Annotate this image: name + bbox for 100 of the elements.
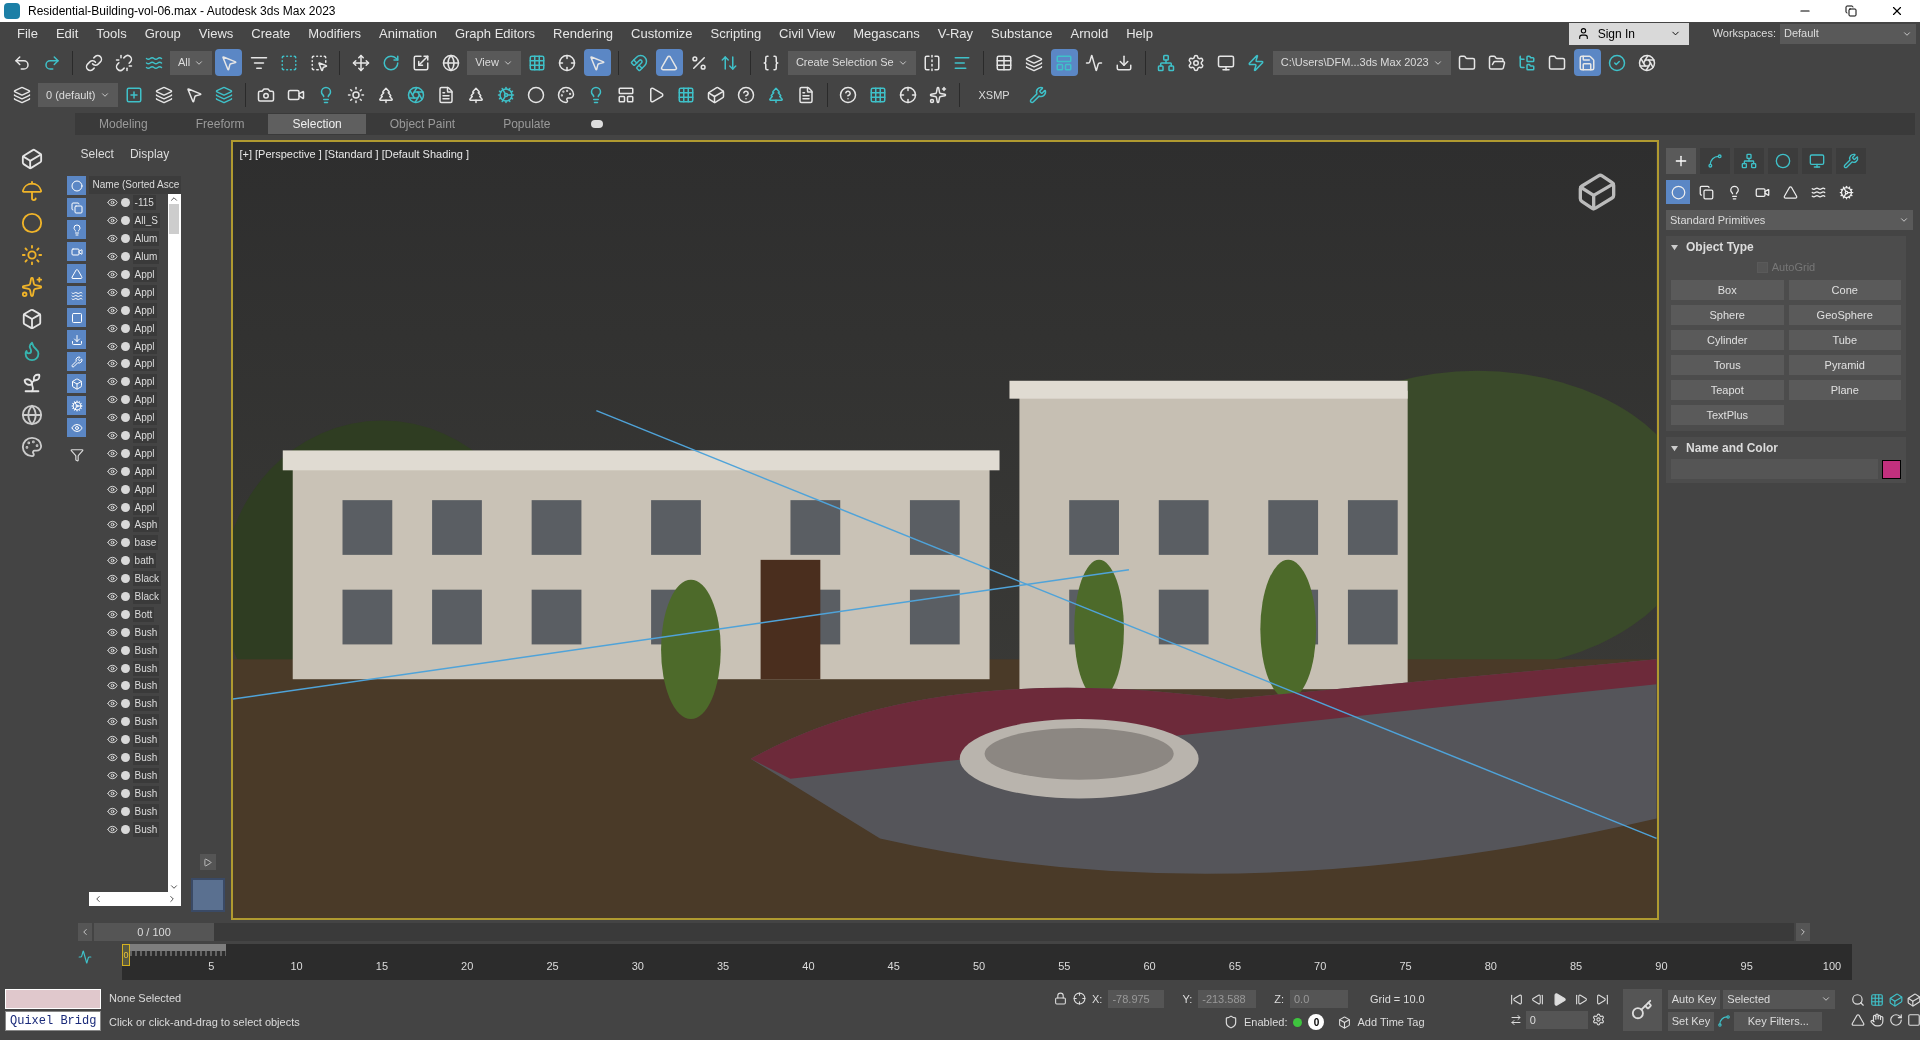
object-name[interactable]: Bush: [132, 767, 160, 783]
object-name[interactable]: Asph: [132, 517, 160, 533]
menu-item[interactable]: Edit: [46, 23, 88, 44]
object-name[interactable]: Bush: [132, 803, 160, 819]
menu-item[interactable]: Scripting: [701, 23, 771, 44]
menu-item[interactable]: Views: [189, 23, 243, 44]
ribbon-tab[interactable]: Selection: [268, 114, 366, 134]
object-name[interactable]: All_S: [132, 213, 160, 229]
menu-item[interactable]: Help: [1117, 23, 1162, 44]
object-name[interactable]: Bush: [132, 821, 160, 837]
key-filters-button[interactable]: Key Filters...: [1734, 1011, 1823, 1031]
viewport-label[interactable]: [+] [Perspective ] [Standard ] [Default Shading ]: [239, 146, 470, 163]
column-header[interactable]: Name (Sorted Asce: [88, 176, 181, 194]
set-key-button[interactable]: Set Key: [1667, 1011, 1715, 1031]
object-name[interactable]: Appl: [132, 410, 157, 426]
object-name[interactable]: Bush: [132, 678, 160, 694]
key-mode-dropdown[interactable]: Selected: [1723, 989, 1836, 1009]
primitive-button[interactable]: Plane: [1788, 380, 1901, 400]
listener-field[interactable]: Quixel Bridg: [5, 1011, 101, 1031]
timeline-track[interactable]: 0 5 10 15 20 25 30 35 40 45 50 55 60 65 70 75 80 85 90 95 100: [122, 944, 1852, 980]
object-name[interactable]: Appl: [132, 267, 157, 282]
object-name[interactable]: Bush: [132, 660, 160, 676]
ribbon-tab[interactable]: Object Paint: [365, 114, 480, 134]
menu-item[interactable]: Customize: [622, 23, 702, 44]
menu-item[interactable]: Group: [135, 23, 190, 44]
menu-item[interactable]: Rendering: [544, 23, 623, 44]
object-name[interactable]: Appl: [132, 356, 157, 372]
menu-item[interactable]: Megascans: [844, 23, 929, 44]
object-name[interactable]: Appl: [132, 499, 157, 515]
menu-item[interactable]: Graph Editors: [445, 23, 545, 44]
menu-item[interactable]: File: [8, 23, 47, 44]
workspace-dropdown[interactable]: Default: [1780, 23, 1916, 44]
object-name[interactable]: Bott: [132, 606, 155, 622]
object-name[interactable]: Appl: [132, 302, 157, 318]
primitive-button[interactable]: TextPlus: [1671, 405, 1784, 425]
object-name[interactable]: Bush: [132, 624, 160, 640]
dropdown[interactable]: 0 (default): [38, 83, 118, 107]
object-name[interactable]: Appl: [132, 338, 157, 354]
menu-item[interactable]: Create: [242, 23, 300, 44]
sign-in-button[interactable]: Sign In: [1568, 22, 1689, 45]
dropdown[interactable]: View: [467, 50, 521, 75]
rollout-header[interactable]: Object Type: [1671, 236, 1754, 258]
object-name[interactable]: Appl: [132, 284, 157, 300]
object-name[interactable]: Appl: [132, 320, 157, 336]
add-time-tag-link[interactable]: Add Time Tag: [1357, 1013, 1425, 1031]
object-name[interactable]: Appl: [132, 463, 157, 479]
primitive-button[interactable]: Sphere: [1671, 305, 1784, 325]
primitive-button[interactable]: Cone: [1788, 280, 1901, 300]
explorer-tab[interactable]: Display: [129, 145, 170, 163]
frame-number: 65: [1228, 959, 1241, 974]
object-name[interactable]: Appl: [132, 374, 157, 390]
object-name[interactable]: -115: [132, 195, 156, 211]
ribbon-tab[interactable]: Populate: [479, 114, 575, 134]
time-handle[interactable]: 0: [122, 944, 130, 966]
primitive-button[interactable]: GeoSphere: [1788, 305, 1901, 325]
object-name[interactable]: Appl: [132, 445, 157, 461]
primitive-button[interactable]: Cylinder: [1671, 330, 1784, 350]
object-name[interactable]: Alum: [132, 231, 160, 247]
menu-item[interactable]: Substance: [982, 23, 1062, 44]
auto-key-button[interactable]: Auto Key: [1667, 989, 1721, 1009]
frame-number: 90: [1655, 959, 1668, 974]
object-name[interactable]: Bush: [132, 732, 160, 748]
primitive-button[interactable]: Pyramid: [1788, 355, 1901, 375]
viewport[interactable]: [+] [Perspective ] [Standard ] [Default Shading ]: [231, 140, 1659, 920]
ribbon-tab[interactable]: Modeling: [75, 114, 172, 134]
dropdown[interactable]: All: [170, 50, 213, 75]
dropdown[interactable]: C:\Users\DFM...3ds Max 2023: [1272, 50, 1451, 75]
object-name[interactable]: Alum: [132, 249, 160, 265]
object-name[interactable]: Black: [132, 589, 162, 605]
explorer-tab[interactable]: Select: [80, 145, 114, 163]
primitive-button[interactable]: Teapot: [1671, 380, 1784, 400]
menu-item[interactable]: Animation: [370, 23, 446, 44]
time-slider-thumb[interactable]: 0 / 100: [94, 923, 214, 941]
dropdown[interactable]: Create Selection Se: [787, 50, 916, 75]
object-name[interactable]: Appl: [132, 428, 157, 443]
current-frame-field[interactable]: 0: [1525, 1010, 1588, 1029]
primitive-button[interactable]: Torus: [1671, 355, 1784, 375]
frame-number: 60: [1143, 959, 1156, 974]
object-name[interactable]: Bush: [132, 785, 160, 801]
primitive-button[interactable]: Box: [1671, 280, 1784, 300]
frame-number: 40: [802, 959, 815, 974]
object-name[interactable]: Bush: [132, 642, 160, 658]
object-name[interactable]: bath: [132, 553, 157, 569]
menu-item[interactable]: Arnold: [1061, 23, 1118, 44]
menu-item[interactable]: Modifiers: [299, 23, 371, 44]
object-name[interactable]: Bush: [132, 750, 160, 766]
primitive-button[interactable]: Tube: [1788, 330, 1901, 350]
ribbon-tab[interactable]: Freeform: [171, 114, 269, 134]
menu-item[interactable]: V-Ray: [928, 23, 983, 44]
object-name[interactable]: Appl: [132, 392, 157, 408]
menu-item[interactable]: Civil View: [770, 23, 845, 44]
menu-item[interactable]: Tools: [87, 23, 136, 44]
time-slider-track[interactable]: 0 / 100: [94, 923, 1794, 941]
object-name[interactable]: base: [132, 535, 159, 551]
object-name[interactable]: Black: [132, 571, 162, 587]
object-name[interactable]: Bush: [132, 696, 160, 712]
object-name[interactable]: Bush: [132, 714, 160, 730]
primitive-type-dropdown[interactable]: Standard Primitives: [1666, 210, 1913, 230]
object-name[interactable]: Appl: [132, 481, 157, 497]
rollout-header[interactable]: Name and Color: [1671, 437, 1778, 459]
